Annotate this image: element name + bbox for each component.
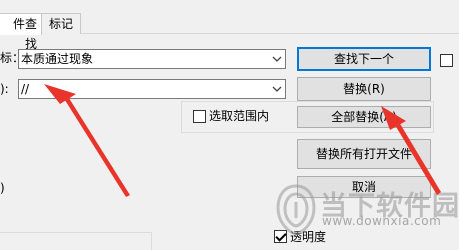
tab-label: 件查找 xyxy=(12,17,37,51)
partial-label-paren: ) xyxy=(0,181,5,195)
replace-with-label: ): xyxy=(0,82,9,96)
replace-with-combobox[interactable]: // xyxy=(18,79,286,99)
replace-all-open-docs-label: 替换所有打开文件 xyxy=(315,147,412,161)
bottom-group-frame xyxy=(0,232,152,250)
replace-label: 替换(R) xyxy=(343,82,385,96)
chevron-down-icon[interactable] xyxy=(269,80,285,98)
find-what-combobox[interactable]: 本质通过现象 xyxy=(18,49,286,69)
replace-all-button[interactable]: 全部替换(A) xyxy=(297,106,431,128)
replace-button[interactable]: 替换(R) xyxy=(297,77,431,101)
find-next-button[interactable]: 查找下一个 xyxy=(297,47,431,71)
in-selection-checkbox[interactable] xyxy=(193,110,206,123)
replace-all-open-docs-button[interactable]: 替换所有打开文件 xyxy=(297,139,431,169)
red-arrow-left xyxy=(44,84,130,197)
replace-with-value: // xyxy=(21,82,30,96)
chevron-down-icon[interactable] xyxy=(269,50,285,68)
tab-find-in-files[interactable]: 件查找 xyxy=(0,13,42,51)
tab-mark[interactable]: 标记 xyxy=(41,13,81,34)
watermark-logo-icon xyxy=(274,184,318,236)
in-selection-label: 选取范围内 xyxy=(209,109,270,123)
replace-all-label: 全部替换(A) xyxy=(331,110,397,124)
watermark-url: www.downxia.com xyxy=(322,214,442,228)
option-checkbox-right[interactable] xyxy=(440,54,453,67)
tab-label: 标记 xyxy=(48,17,73,31)
find-next-label: 查找下一个 xyxy=(333,52,394,66)
